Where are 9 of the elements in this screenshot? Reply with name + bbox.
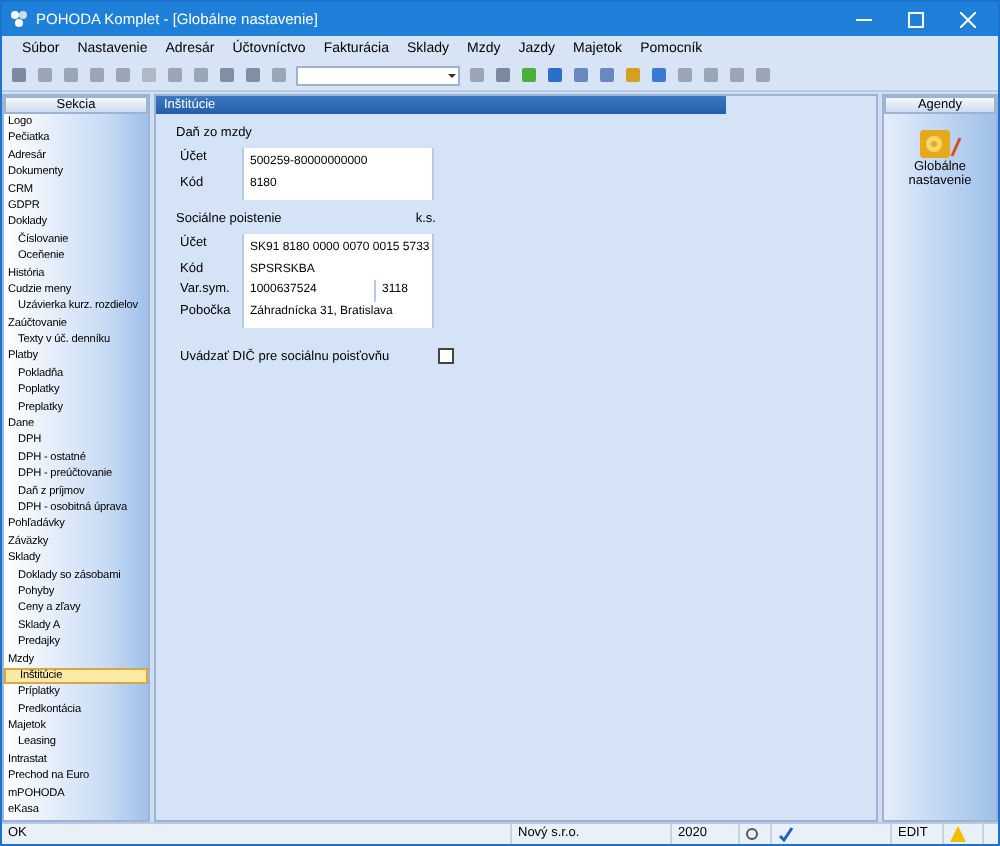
maximize-icon[interactable] bbox=[908, 11, 924, 27]
checkmark-icon bbox=[778, 826, 794, 842]
close-icon[interactable] bbox=[960, 11, 976, 27]
app-icon bbox=[10, 10, 28, 28]
checkbox[interactable] bbox=[437, 348, 454, 364]
caret-icon[interactable] bbox=[446, 69, 458, 81]
toolbar-combo-field[interactable] bbox=[296, 65, 460, 85]
warning-icon bbox=[950, 826, 966, 842]
settings-icon[interactable] bbox=[918, 128, 962, 160]
